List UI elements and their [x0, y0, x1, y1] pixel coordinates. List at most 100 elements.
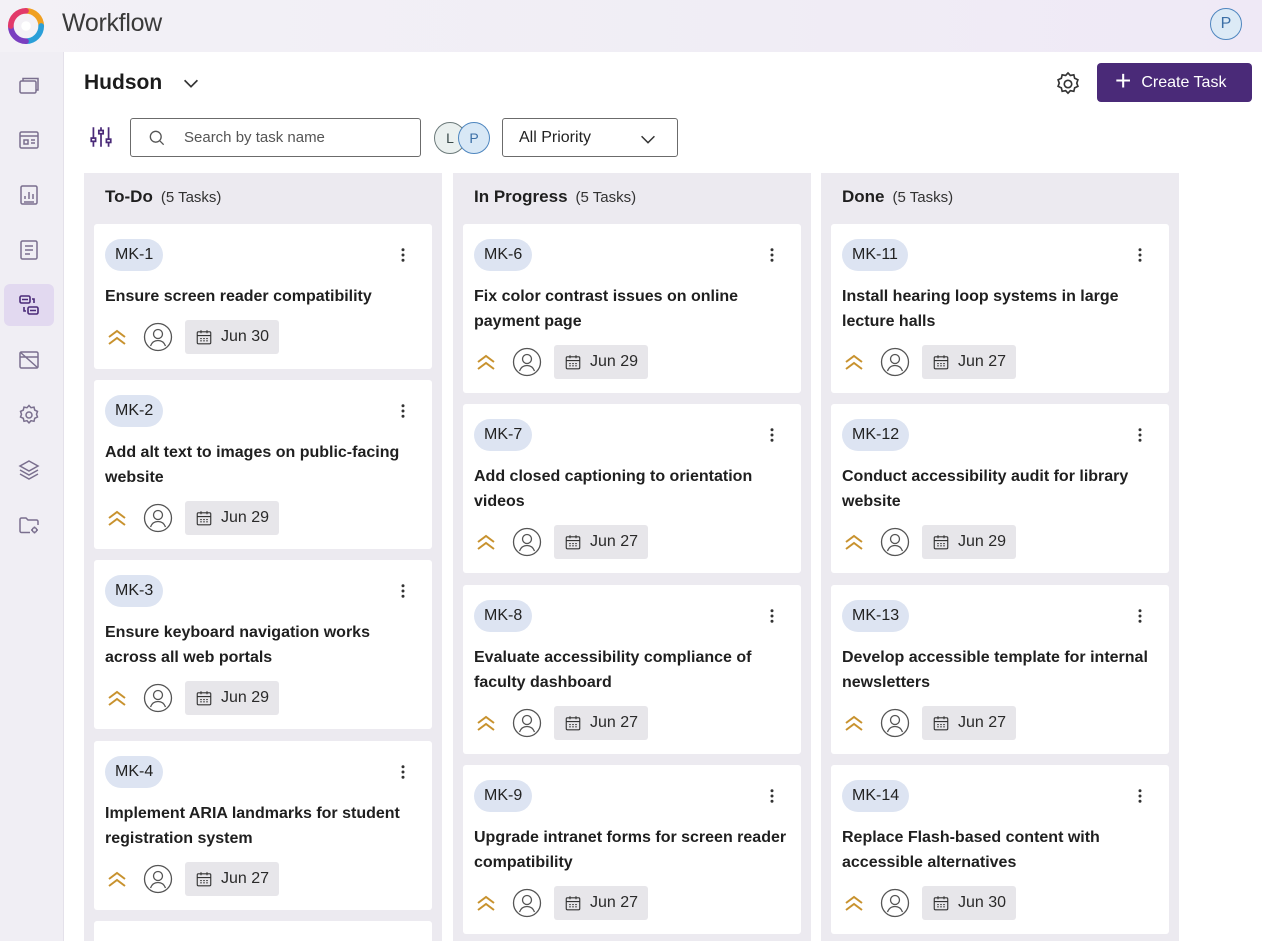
workflow-logo[interactable] — [7, 7, 45, 45]
priority-select[interactable]: All Priority — [502, 118, 678, 157]
task-card-partial[interactable] — [94, 921, 432, 941]
due-date-chip[interactable]: Jun 27 — [922, 345, 1017, 379]
sidebar-item-layers[interactable] — [4, 449, 54, 491]
due-date-chip[interactable]: Jun 29 — [185, 501, 280, 535]
sidebar-item-calendar-off[interactable] — [4, 339, 54, 381]
priority-high-icon[interactable] — [474, 530, 498, 554]
sidebar-item-reports[interactable] — [4, 174, 54, 216]
task-card[interactable]: MK-4 Implement ARIA landmarks for student… — [94, 741, 432, 910]
task-id-badge[interactable]: MK-11 — [842, 239, 908, 271]
task-id-badge[interactable]: MK-9 — [474, 780, 533, 812]
sidebar-item-documents[interactable] — [4, 229, 54, 271]
task-title[interactable]: Add alt text to images on public-facing … — [105, 440, 425, 490]
task-card[interactable]: MK-13 Develop accessible template for int… — [831, 585, 1169, 754]
assignee-icon[interactable] — [143, 503, 173, 533]
priority-high-icon[interactable] — [474, 711, 498, 735]
priority-high-icon[interactable] — [842, 350, 866, 374]
assignee-icon[interactable] — [880, 888, 910, 918]
assignee-icon[interactable] — [143, 322, 173, 352]
assignee-icon[interactable] — [512, 888, 542, 918]
priority-high-icon[interactable] — [474, 891, 498, 915]
assignee-icon[interactable] — [512, 708, 542, 738]
sidebar-item-windows[interactable] — [4, 64, 54, 106]
task-id-badge[interactable]: MK-12 — [842, 419, 910, 451]
task-title[interactable]: Add closed captioning to orientation vid… — [474, 464, 794, 514]
assignee-icon[interactable] — [880, 527, 910, 557]
more-options-icon[interactable] — [763, 426, 781, 444]
task-card[interactable]: MK-12 Conduct accessibility audit for lib… — [831, 404, 1169, 573]
project-title[interactable]: Hudson — [84, 71, 162, 95]
task-title[interactable]: Ensure keyboard navigation works across … — [105, 620, 425, 670]
more-options-icon[interactable] — [763, 607, 781, 625]
avatar-p[interactable]: P — [458, 122, 490, 154]
assignee-icon[interactable] — [512, 347, 542, 377]
task-title[interactable]: Conduct accessibility audit for library … — [842, 464, 1162, 514]
more-options-icon[interactable] — [394, 763, 412, 781]
task-title[interactable]: Ensure screen reader compatibility — [105, 284, 425, 309]
task-card[interactable]: MK-2 Add alt text to images on public-fac… — [94, 380, 432, 549]
more-options-icon[interactable] — [1131, 607, 1149, 625]
create-task-button[interactable]: + Create Task — [1097, 63, 1252, 102]
more-options-icon[interactable] — [394, 402, 412, 420]
sidebar-item-folder-settings[interactable] — [4, 504, 54, 546]
priority-high-icon[interactable] — [105, 506, 129, 530]
assignee-icon[interactable] — [512, 527, 542, 557]
user-avatar[interactable]: P — [1210, 8, 1242, 40]
more-options-icon[interactable] — [763, 787, 781, 805]
task-card[interactable]: MK-14 Replace Flash-based content with ac… — [831, 765, 1169, 934]
task-id-badge[interactable]: MK-4 — [105, 756, 164, 788]
more-options-icon[interactable] — [1131, 426, 1149, 444]
task-id-badge[interactable]: MK-7 — [474, 419, 533, 451]
more-options-icon[interactable] — [1131, 787, 1149, 805]
priority-high-icon[interactable] — [842, 891, 866, 915]
due-date-chip[interactable]: Jun 27 — [922, 706, 1017, 740]
task-id-badge[interactable]: MK-2 — [105, 395, 164, 427]
task-title[interactable]: Develop accessible template for internal… — [842, 645, 1162, 695]
due-date-chip[interactable]: Jun 27 — [554, 886, 649, 920]
board-settings-icon[interactable] — [1054, 70, 1082, 98]
task-card[interactable]: MK-7 Add closed captioning to orientation… — [463, 404, 801, 573]
priority-high-icon[interactable] — [474, 350, 498, 374]
task-title[interactable]: Fix color contrast issues on online paym… — [474, 284, 794, 334]
more-options-icon[interactable] — [394, 246, 412, 264]
task-card[interactable]: MK-6 Fix color contrast issues on online … — [463, 224, 801, 393]
task-id-badge[interactable]: MK-3 — [105, 575, 164, 607]
assignee-icon[interactable] — [880, 708, 910, 738]
priority-high-icon[interactable] — [842, 530, 866, 554]
search-input[interactable] — [184, 129, 404, 146]
priority-high-icon[interactable] — [105, 325, 129, 349]
due-date-chip[interactable]: Jun 27 — [185, 862, 280, 896]
priority-high-icon[interactable] — [105, 686, 129, 710]
task-title[interactable]: Install hearing loop systems in large le… — [842, 284, 1162, 334]
task-title[interactable]: Implement ARIA landmarks for student reg… — [105, 801, 425, 851]
assignee-icon[interactable] — [880, 347, 910, 377]
sidebar-item-workflow[interactable] — [4, 284, 54, 326]
priority-high-icon[interactable] — [105, 867, 129, 891]
chevron-down-icon[interactable] — [180, 72, 202, 94]
task-card[interactable]: MK-1 Ensure screen reader compatibility Ju… — [94, 224, 432, 369]
task-id-badge[interactable]: MK-6 — [474, 239, 533, 271]
more-options-icon[interactable] — [763, 246, 781, 264]
more-options-icon[interactable] — [394, 582, 412, 600]
task-title[interactable]: Replace Flash-based content with accessi… — [842, 825, 1162, 875]
due-date-chip[interactable]: Jun 29 — [185, 681, 280, 715]
sidebar-item-settings[interactable] — [4, 394, 54, 436]
search-box[interactable] — [130, 118, 421, 157]
due-date-chip[interactable]: Jun 27 — [554, 525, 649, 559]
task-id-badge[interactable]: MK-13 — [842, 600, 910, 632]
task-title[interactable]: Upgrade intranet forms for screen reader… — [474, 825, 794, 875]
task-card[interactable]: MK-3 Ensure keyboard navigation works acr… — [94, 560, 432, 729]
due-date-chip[interactable]: Jun 30 — [185, 320, 280, 354]
due-date-chip[interactable]: Jun 29 — [554, 345, 649, 379]
due-date-chip[interactable]: Jun 30 — [922, 886, 1017, 920]
task-card[interactable]: MK-11 Install hearing loop systems in lar… — [831, 224, 1169, 393]
filter-sliders-icon[interactable] — [88, 124, 114, 150]
task-title[interactable]: Evaluate accessibility compliance of fac… — [474, 645, 794, 695]
task-id-badge[interactable]: MK-8 — [474, 600, 533, 632]
due-date-chip[interactable]: Jun 27 — [554, 706, 649, 740]
task-id-badge[interactable]: MK-1 — [105, 239, 164, 271]
assignee-icon[interactable] — [143, 864, 173, 894]
priority-high-icon[interactable] — [842, 711, 866, 735]
task-card[interactable]: MK-8 Evaluate accessibility compliance of… — [463, 585, 801, 754]
due-date-chip[interactable]: Jun 29 — [922, 525, 1017, 559]
